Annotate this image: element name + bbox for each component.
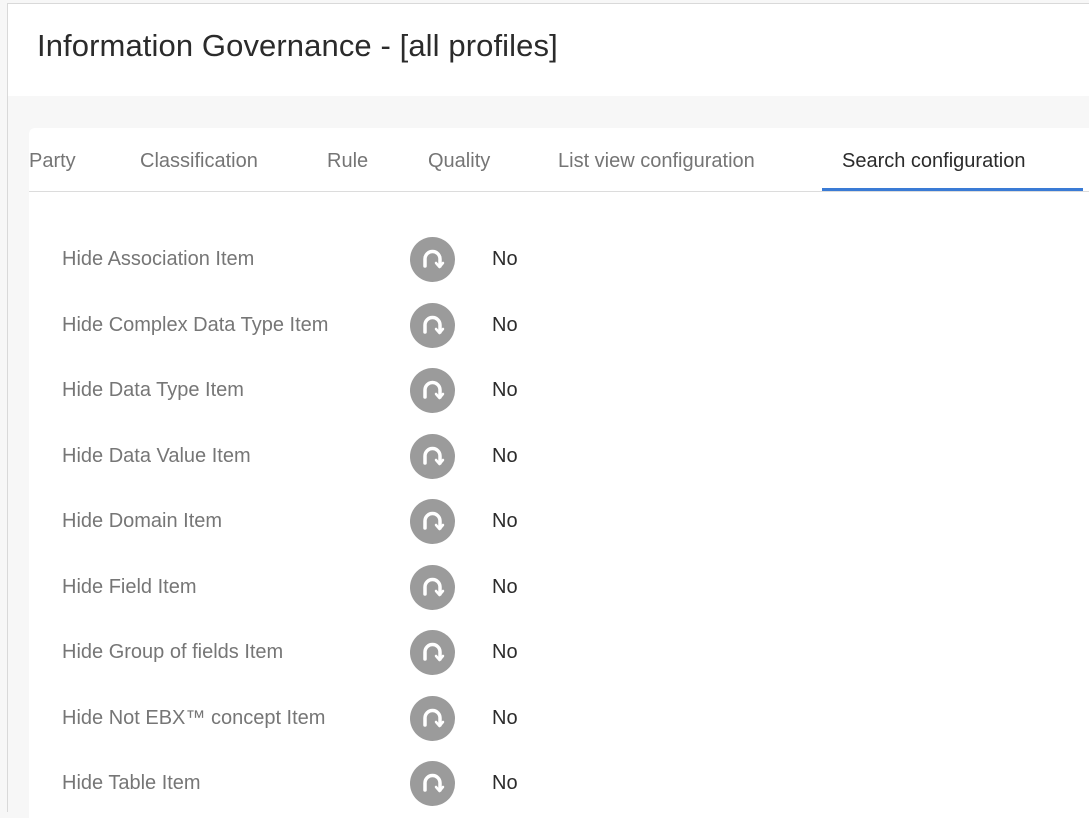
- field-label: Hide Association Item: [62, 248, 255, 270]
- field-row-hide-complex-data-type-item: Hide Complex Data Type Item No: [62, 303, 662, 348]
- field-value: No: [492, 707, 518, 729]
- tab-quality[interactable]: Quality: [428, 150, 490, 173]
- field-label: Hide Data Type Item: [62, 379, 244, 401]
- field-value: No: [492, 314, 518, 336]
- field-value: No: [492, 445, 518, 467]
- inherit-icon[interactable]: [410, 237, 455, 282]
- field-value: No: [492, 510, 518, 532]
- inherit-icon[interactable]: [410, 696, 455, 741]
- field-row-hide-table-item: Hide Table Item No: [62, 761, 662, 806]
- inherit-icon[interactable]: [410, 303, 455, 348]
- tab-party[interactable]: Party: [29, 150, 76, 173]
- field-value: No: [492, 772, 518, 794]
- field-label: Hide Complex Data Type Item: [62, 314, 329, 336]
- field-row-hide-field-item: Hide Field Item No: [62, 565, 662, 610]
- field-value: No: [492, 576, 518, 598]
- tab-rule[interactable]: Rule: [327, 150, 368, 173]
- inherit-icon[interactable]: [410, 565, 455, 610]
- inherit-icon[interactable]: [410, 630, 455, 675]
- content-panel: Party Classification Rule Quality List v…: [29, 128, 1089, 818]
- field-label: Hide Domain Item: [62, 510, 223, 532]
- tab-list-view-configuration[interactable]: List view configuration: [558, 150, 755, 173]
- field-label: Hide Not EBX™ concept Item: [62, 707, 326, 729]
- app-frame: Information Governance - [all profiles] …: [7, 3, 1089, 818]
- inherit-icon[interactable]: [410, 368, 455, 413]
- field-label: Hide Group of fields Item: [62, 641, 284, 663]
- field-row-hide-data-value-item: Hide Data Value Item No: [62, 434, 662, 479]
- inherit-icon[interactable]: [410, 499, 455, 544]
- field-row-hide-group-of-fields-item: Hide Group of fields Item No: [62, 630, 662, 675]
- field-row-hide-association-item: Hide Association Item No: [62, 237, 662, 282]
- inherit-icon[interactable]: [410, 761, 455, 806]
- field-label: Hide Field Item: [62, 576, 197, 598]
- field-value: No: [492, 641, 518, 663]
- tab-bar: Party Classification Rule Quality List v…: [29, 128, 1089, 192]
- field-row-hide-data-type-item: Hide Data Type Item No: [62, 368, 662, 413]
- field-value: No: [492, 248, 518, 270]
- field-label: Hide Data Value Item: [62, 445, 251, 467]
- field-row-hide-not-ebx-concept-item: Hide Not EBX™ concept Item No: [62, 696, 662, 741]
- field-value: No: [492, 379, 518, 401]
- field-label: Hide Table Item: [62, 772, 201, 794]
- tab-search-configuration[interactable]: Search configuration: [842, 150, 1025, 173]
- active-tab-indicator: [822, 188, 1083, 191]
- page-title: Information Governance - [all profiles]: [37, 28, 558, 63]
- inherit-icon[interactable]: [410, 434, 455, 479]
- tab-classification[interactable]: Classification: [140, 150, 258, 173]
- field-row-hide-domain-item: Hide Domain Item No: [62, 499, 662, 544]
- page-header: Information Governance - [all profiles]: [8, 4, 1089, 96]
